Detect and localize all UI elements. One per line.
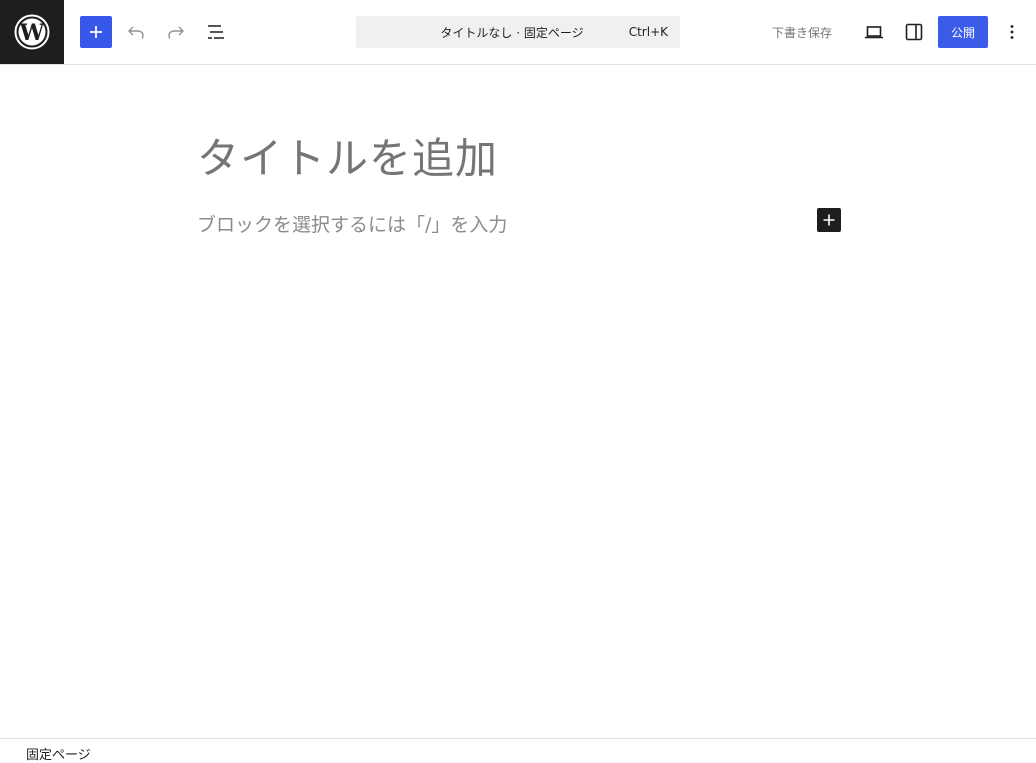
editor-header: W タイトルなし · 固定ページ Ctrl+K 下書き保存 公開 — [0, 0, 1036, 65]
redo-button[interactable] — [160, 16, 192, 48]
publish-button[interactable]: 公開 — [938, 16, 988, 48]
list-view-icon — [208, 25, 224, 39]
editor-canvas: タイトルを追加 ブロックを選択するには「/」を入力 — [0, 65, 1036, 738]
redo-icon — [168, 26, 184, 39]
editor-footer: 固定ページ — [0, 738, 1036, 763]
block-inserter-button[interactable] — [80, 16, 112, 48]
svg-text:W: W — [19, 20, 45, 46]
sidebar-toggle-icon — [905, 23, 923, 41]
undo-button[interactable] — [120, 16, 152, 48]
command-shortcut-hint: Ctrl+K — [628, 25, 668, 39]
preview-button[interactable] — [858, 16, 890, 48]
command-palette-button[interactable]: タイトルなし · 固定ページ Ctrl+K — [356, 16, 680, 48]
add-block-button[interactable] — [817, 208, 841, 232]
wordpress-logo-icon: W — [14, 14, 50, 50]
options-menu-button[interactable] — [996, 16, 1028, 48]
plus-icon — [90, 26, 102, 38]
list-view-button[interactable] — [200, 16, 232, 48]
wordpress-logo-button[interactable]: W — [0, 0, 64, 64]
more-vertical-icon — [1010, 25, 1014, 39]
document-title: タイトルなし · 固定ページ — [440, 25, 584, 40]
post-title-input[interactable]: タイトルを追加 — [197, 125, 498, 186]
desktop-icon — [865, 26, 883, 39]
settings-sidebar-button[interactable] — [898, 16, 930, 48]
undo-icon — [128, 26, 144, 39]
block-breadcrumb[interactable]: 固定ページ — [26, 744, 91, 763]
paragraph-block-placeholder[interactable]: ブロックを選択するには「/」を入力 — [197, 210, 507, 237]
save-draft-button[interactable]: 下書き保存 — [766, 16, 838, 48]
plus-icon — [823, 214, 835, 226]
